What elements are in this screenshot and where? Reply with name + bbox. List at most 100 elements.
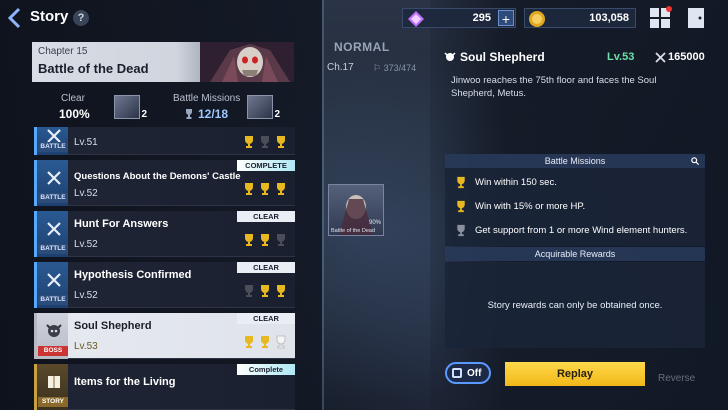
difficulty-label: NORMAL (334, 40, 390, 54)
missions-progress: 12/18 (184, 107, 228, 121)
thumbnail-label: Battle of the Dead (331, 228, 376, 234)
trophy-icon (275, 284, 287, 303)
auto-repeat-toggle[interactable]: Off (445, 362, 491, 384)
stage-level: Lv.52 (74, 239, 98, 250)
crossed-swords-icon (45, 169, 63, 187)
badge-label: BOSS (38, 346, 68, 356)
stage-row[interactable]: BATTLE Questions About the Demons' Castle… (34, 160, 295, 206)
stage-row[interactable]: BATTLE Hunt For Answers Lv.52 CLEAR (34, 211, 295, 257)
center-progress: ⚐ 373/474 (373, 63, 417, 73)
trophy-icon (243, 284, 255, 303)
trophy-icon (243, 335, 255, 354)
trophy-icon (259, 284, 271, 303)
trophy-icon (275, 182, 287, 201)
badge-label: BATTLE (38, 244, 68, 254)
gem-count: 295 (472, 12, 491, 24)
battle-badge: BATTLE (34, 262, 68, 308)
chapter-boss-art (200, 42, 294, 82)
boss-level: Lv.53 (607, 51, 635, 63)
missions-label: Battle Missions (173, 93, 241, 104)
trophy-icon (457, 200, 465, 213)
trophy-icon (243, 135, 255, 154)
stage-name: Hypothesis Confirmed (74, 269, 192, 281)
stage-name: Items for the Living (74, 376, 176, 388)
trophy-icon (457, 224, 465, 237)
chapter-thumbnail[interactable]: 90% Battle of the Dead (328, 184, 384, 236)
reverse-label: Reverse (658, 373, 696, 384)
badge-label: BATTLE (38, 142, 68, 152)
gold-currency: 103,058 (524, 8, 636, 28)
badge-label: STORY (38, 397, 68, 407)
replay-button[interactable]: Replay (505, 362, 645, 386)
chapter-name: Battle of the Dead (38, 61, 149, 76)
clear-reward-count: 2 (141, 109, 147, 120)
stage-row[interactable]: STORY Items for the Living Complete (34, 364, 295, 410)
mission-item: Win with 15% or more HP. (455, 200, 585, 213)
menu-grid-icon[interactable] (648, 6, 672, 30)
status-badge: CLEAR (237, 211, 295, 222)
missions-reward-icon: 2 (247, 95, 280, 120)
trophy-icon (275, 233, 287, 252)
battle-missions-header: Battle Missions (445, 154, 705, 168)
stage-name: Questions About the Demons' Castle (74, 171, 241, 182)
stage-level: Lv.52 (74, 290, 98, 301)
stage-row[interactable]: BATTLE Lv.51 (34, 127, 295, 155)
book-icon (45, 373, 63, 391)
help-icon[interactable]: ? (73, 10, 89, 26)
magnifier-icon[interactable] (691, 157, 699, 165)
center-chapter: Ch.17 (327, 62, 354, 73)
boss-title: Soul Shepherd (460, 50, 545, 64)
mission-text: Win within 150 sec. (475, 177, 557, 188)
trophy-icon (243, 233, 255, 252)
stage-level: Lv.53 (74, 341, 98, 352)
battle-badge: BATTLE (34, 211, 68, 257)
toggle-label: Off (467, 368, 482, 379)
trophy-icon (275, 335, 287, 354)
badge-label: BATTLE (38, 193, 68, 203)
stage-name: Hunt For Answers (74, 218, 169, 230)
trophy-icon (186, 109, 192, 119)
boss-description: Jinwoo reaches the 75th floor and faces … (451, 75, 657, 99)
trophy-rating (243, 135, 287, 154)
gold-count: 103,058 (589, 12, 629, 24)
clear-value: 100% (59, 107, 90, 121)
status-badge: Complete (237, 364, 295, 375)
trophy-rating (243, 335, 287, 354)
center-progress-value: 373/474 (383, 63, 417, 73)
chapter-banner: Chapter 15 Battle of the Dead (32, 42, 294, 82)
gem-icon (408, 11, 424, 27)
stage-row[interactable]: BATTLE Hypothesis Confirmed Lv.52 CLEAR (34, 262, 295, 308)
battle-missions-title: Battle Missions (544, 156, 606, 166)
crossed-swords-icon (45, 271, 63, 289)
battle-badge: BATTLE (34, 160, 68, 206)
battle-missions-list: Win within 150 sec. Win with 15% or more … (445, 168, 705, 246)
chapter-number: Chapter 15 (38, 46, 88, 57)
trophy-icon (259, 335, 271, 354)
crossed-swords-icon (45, 220, 63, 238)
clear-reward-icon: 2 (114, 95, 147, 120)
panel-divider (322, 0, 324, 410)
story-badge: STORY (34, 364, 68, 410)
trophy-icon (259, 182, 271, 201)
recommended-power: 165000 (668, 51, 705, 63)
mission-item: Win within 150 sec. (455, 176, 557, 189)
trophy-rating (243, 182, 287, 201)
badge-label: BATTLE (38, 295, 68, 305)
stage-level: Lv.51 (74, 137, 98, 148)
toggle-knob (452, 368, 462, 378)
add-gems-button[interactable]: + (498, 10, 514, 27)
rewards-box: Story rewards can only be obtained once. (445, 262, 705, 348)
mission-item: Get support from 1 or more Wind element … (455, 224, 687, 237)
mission-text: Win with 15% or more HP. (475, 201, 586, 212)
clear-label: Clear (61, 93, 85, 104)
page-title: Story (30, 8, 69, 25)
back-arrow-icon[interactable] (6, 7, 24, 29)
missions-value: 12/18 (198, 107, 229, 121)
stage-row[interactable]: BOSS Soul Shepherd Lv.53 CLEAR (34, 313, 295, 359)
exit-door-icon[interactable] (684, 6, 708, 30)
trophy-rating (243, 284, 287, 303)
status-badge: CLEAR (237, 262, 295, 273)
trophy-icon (457, 176, 465, 189)
gem-currency: 295 + (402, 8, 516, 28)
trophy-icon (259, 135, 271, 154)
